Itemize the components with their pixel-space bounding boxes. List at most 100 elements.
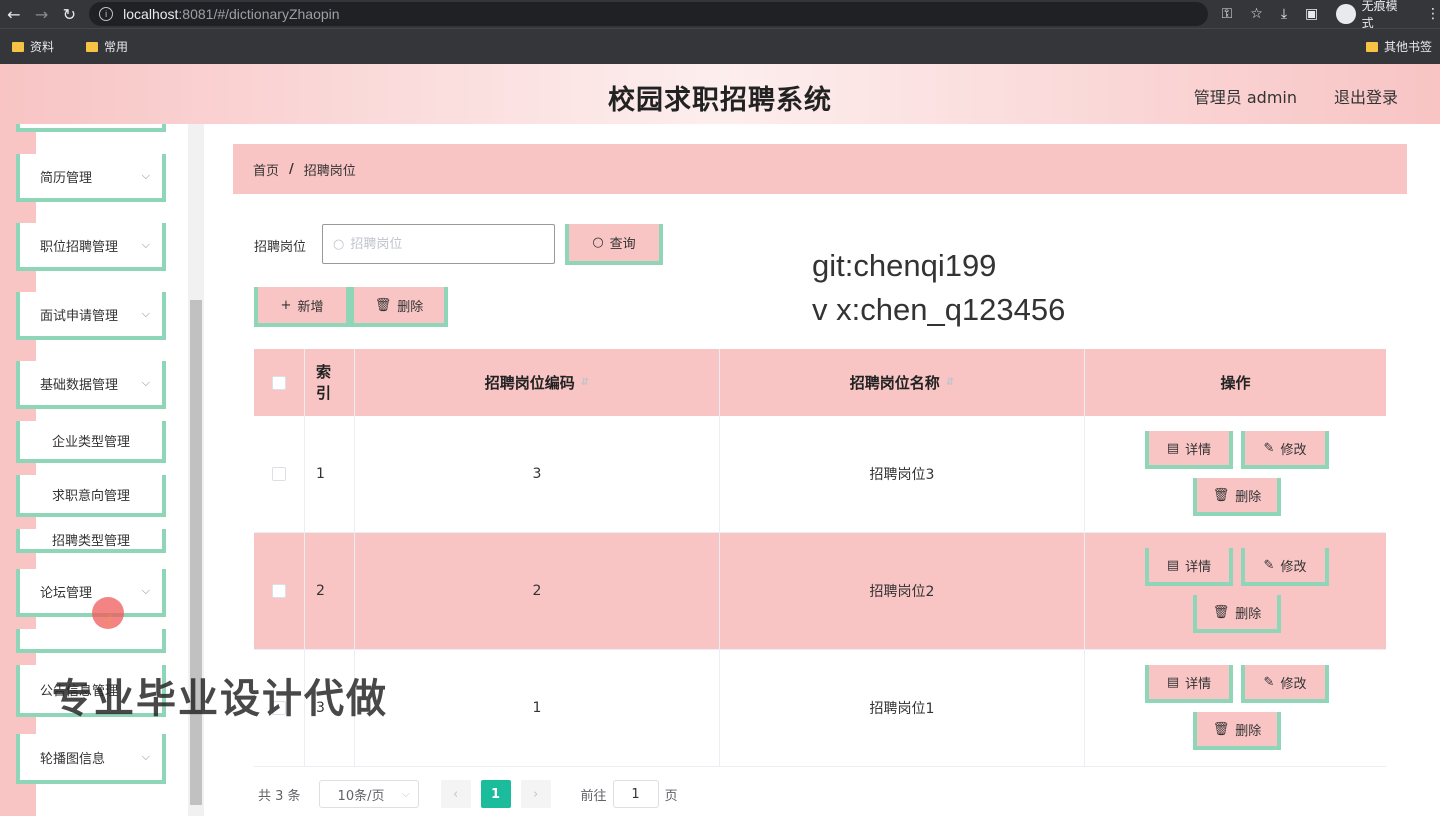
search-input[interactable] (350, 236, 541, 252)
table-row: 3 1 招聘岗位1 ▤ 详情 ✎ 修改 🗑 删除 (254, 650, 1386, 767)
download-icon[interactable]: ⤓ (1281, 6, 1287, 22)
incognito-badge[interactable]: 无痕模式 (1336, 0, 1408, 31)
row-code: 1 (355, 650, 720, 766)
header-code[interactable]: 招聘岗位编码 ⇵ (355, 349, 720, 416)
bookmark-folder[interactable]: 常用 (86, 38, 128, 55)
edit-button[interactable]: ✎ 修改 (1241, 431, 1329, 469)
sidebar-subitem-partial[interactable] (16, 629, 166, 653)
app-header: 校园求职招聘系统 管理员 admin 退出登录 (0, 64, 1440, 124)
sidebar-subitem-job-type[interactable]: 招聘类型管理 (16, 529, 166, 553)
sidebar-item-forum[interactable]: 论坛管理 ⌵ (16, 569, 166, 617)
sidebar-item-jobs[interactable]: 职位招聘管理 ⌵ (16, 223, 166, 271)
watermark-contact: git:chenqi199 v x:chen_q123456 (812, 248, 1066, 327)
pagination-total: 共 3 条 (258, 788, 301, 804)
select-all-checkbox[interactable] (272, 375, 286, 390)
document-icon: ▤ (1166, 557, 1180, 573)
trash-icon: 🗑 (1212, 487, 1230, 503)
sort-icon[interactable]: ⇵ (581, 377, 589, 388)
delete-button[interactable]: 🗑 删除 (1193, 478, 1281, 516)
search-icon: ○ (592, 235, 604, 250)
trash-icon: 🗑 (1212, 721, 1230, 737)
page-number-active[interactable]: 1 (480, 780, 511, 808)
logout-link[interactable]: 退出登录 (1334, 84, 1398, 108)
edit-button[interactable]: ✎ 修改 (1241, 548, 1329, 586)
delete-button[interactable]: 🗑 删除 (1193, 712, 1281, 750)
other-bookmarks[interactable]: 其他书签 (1365, 38, 1432, 55)
breadcrumb-separator: / (289, 161, 294, 177)
sidebar-item-basedata[interactable]: 基础数据管理 ⌵ (16, 361, 166, 409)
chevron-down-icon: ⌵ (141, 376, 150, 389)
detail-button[interactable]: ▤ 详情 (1145, 548, 1233, 586)
breadcrumb-current: 招聘岗位 (303, 163, 356, 179)
edit-button[interactable]: ✎ 修改 (1241, 665, 1329, 703)
row-index: 1 (305, 416, 355, 532)
detail-button[interactable]: ▤ 详情 (1145, 431, 1233, 469)
row-ops: ▤ 详情 ✎ 修改 🗑 删除 (1085, 533, 1386, 649)
star-icon[interactable]: ☆ (1250, 6, 1263, 22)
chevron-down-icon: ⌵ (141, 307, 150, 320)
sidebar-item-interviews[interactable]: 面试申请管理 ⌵ (16, 292, 166, 340)
goto-label: 前往 (580, 788, 607, 804)
sidebar-item-partial[interactable] (16, 124, 166, 132)
sidepanel-icon[interactable]: ▣ (1305, 6, 1318, 22)
menu-dots-icon[interactable]: ⋮ (1426, 6, 1440, 22)
search-label: 招聘岗位 (254, 240, 307, 255)
header-ops: 操作 (1220, 374, 1251, 392)
detail-button[interactable]: ▤ 详情 (1145, 665, 1233, 703)
batch-delete-button[interactable]: 🗑 删除 (350, 287, 448, 327)
reload-icon[interactable]: ↻ (55, 0, 83, 28)
pagination: 共 3 条 10条/页 ⌵ ‹ 1 › 前往 1 页 (258, 780, 678, 808)
scrollbar-thumb[interactable] (190, 300, 202, 805)
next-page-button[interactable]: › (520, 780, 551, 808)
goto-page-input[interactable]: 1 (612, 780, 659, 808)
document-icon: ▤ (1166, 674, 1180, 690)
trash-icon: 🗑 (1212, 604, 1230, 620)
prev-page-button[interactable]: ‹ (440, 780, 471, 808)
page-suffix: 页 (664, 788, 678, 804)
document-icon: ▤ (1166, 440, 1180, 456)
search-field[interactable]: ○ (322, 224, 555, 264)
url-path: :8081/#/dictionaryZhaopin (178, 6, 340, 22)
sidebar-subitem-intent[interactable]: 求职意向管理 (16, 475, 166, 517)
chevron-down-icon: ⌵ (141, 238, 150, 251)
row-name: 招聘岗位2 (720, 533, 1085, 649)
sidebar-item-resume[interactable]: 简历管理 ⌵ (16, 154, 166, 202)
pencil-icon: ✎ (1263, 674, 1275, 690)
chevron-down-icon: ⌵ (401, 788, 410, 800)
breadcrumb-home[interactable]: 首页 (253, 160, 279, 179)
search-icon: ○ (333, 236, 345, 252)
address-bar[interactable]: i localhost:8081/#/dictionaryZhaopin (89, 2, 1208, 26)
page-size-select[interactable]: 10条/页 ⌵ (318, 780, 419, 808)
table-row: 1 3 招聘岗位3 ▤ 详情 ✎ 修改 🗑 删除 (254, 416, 1386, 533)
bookmark-folder[interactable]: 资料 (12, 38, 54, 55)
row-select-cell (254, 416, 305, 532)
table-header: 索引 招聘岗位编码 ⇵ 招聘岗位名称 ⇵ 操作 (254, 349, 1386, 416)
row-index: 2 (305, 533, 355, 649)
trash-icon: 🗑 (374, 297, 392, 313)
chevron-down-icon: ⌵ (141, 750, 150, 763)
row-ops: ▤ 详情 ✎ 修改 🗑 删除 (1085, 650, 1386, 766)
row-name: 招聘岗位3 (720, 416, 1085, 532)
row-name: 招聘岗位1 (720, 650, 1085, 766)
sidebar-subitem-company-type[interactable]: 企业类型管理 (16, 421, 166, 463)
pencil-icon: ✎ (1263, 557, 1275, 573)
row-checkbox[interactable] (272, 584, 286, 598)
browser-toolbar: ← → ↻ i localhost:8081/#/dictionaryZhaop… (0, 0, 1440, 31)
chevron-down-icon: ⌵ (141, 169, 150, 182)
chevron-down-icon: ⌵ (141, 584, 150, 597)
current-user: 管理员 admin (1193, 88, 1297, 107)
add-button[interactable]: + 新增 (254, 287, 350, 327)
breadcrumb: 首页 / 招聘岗位 (233, 144, 1407, 194)
back-icon[interactable]: ← (0, 0, 28, 28)
row-checkbox[interactable] (272, 467, 286, 481)
delete-button[interactable]: 🗑 删除 (1193, 595, 1281, 633)
key-icon[interactable]: ⚿ (1222, 6, 1233, 22)
forward-icon[interactable]: → (28, 0, 56, 28)
incognito-icon (1336, 4, 1356, 24)
site-info-icon[interactable]: i (99, 7, 114, 21)
sort-icon[interactable]: ⇵ (946, 377, 954, 388)
header-name[interactable]: 招聘岗位名称 ⇵ (720, 349, 1085, 416)
query-button[interactable]: ○ 查询 (565, 224, 663, 265)
folder-icon (1365, 41, 1378, 52)
sidebar-item-carousel[interactable]: 轮播图信息 ⌵ (16, 734, 166, 784)
